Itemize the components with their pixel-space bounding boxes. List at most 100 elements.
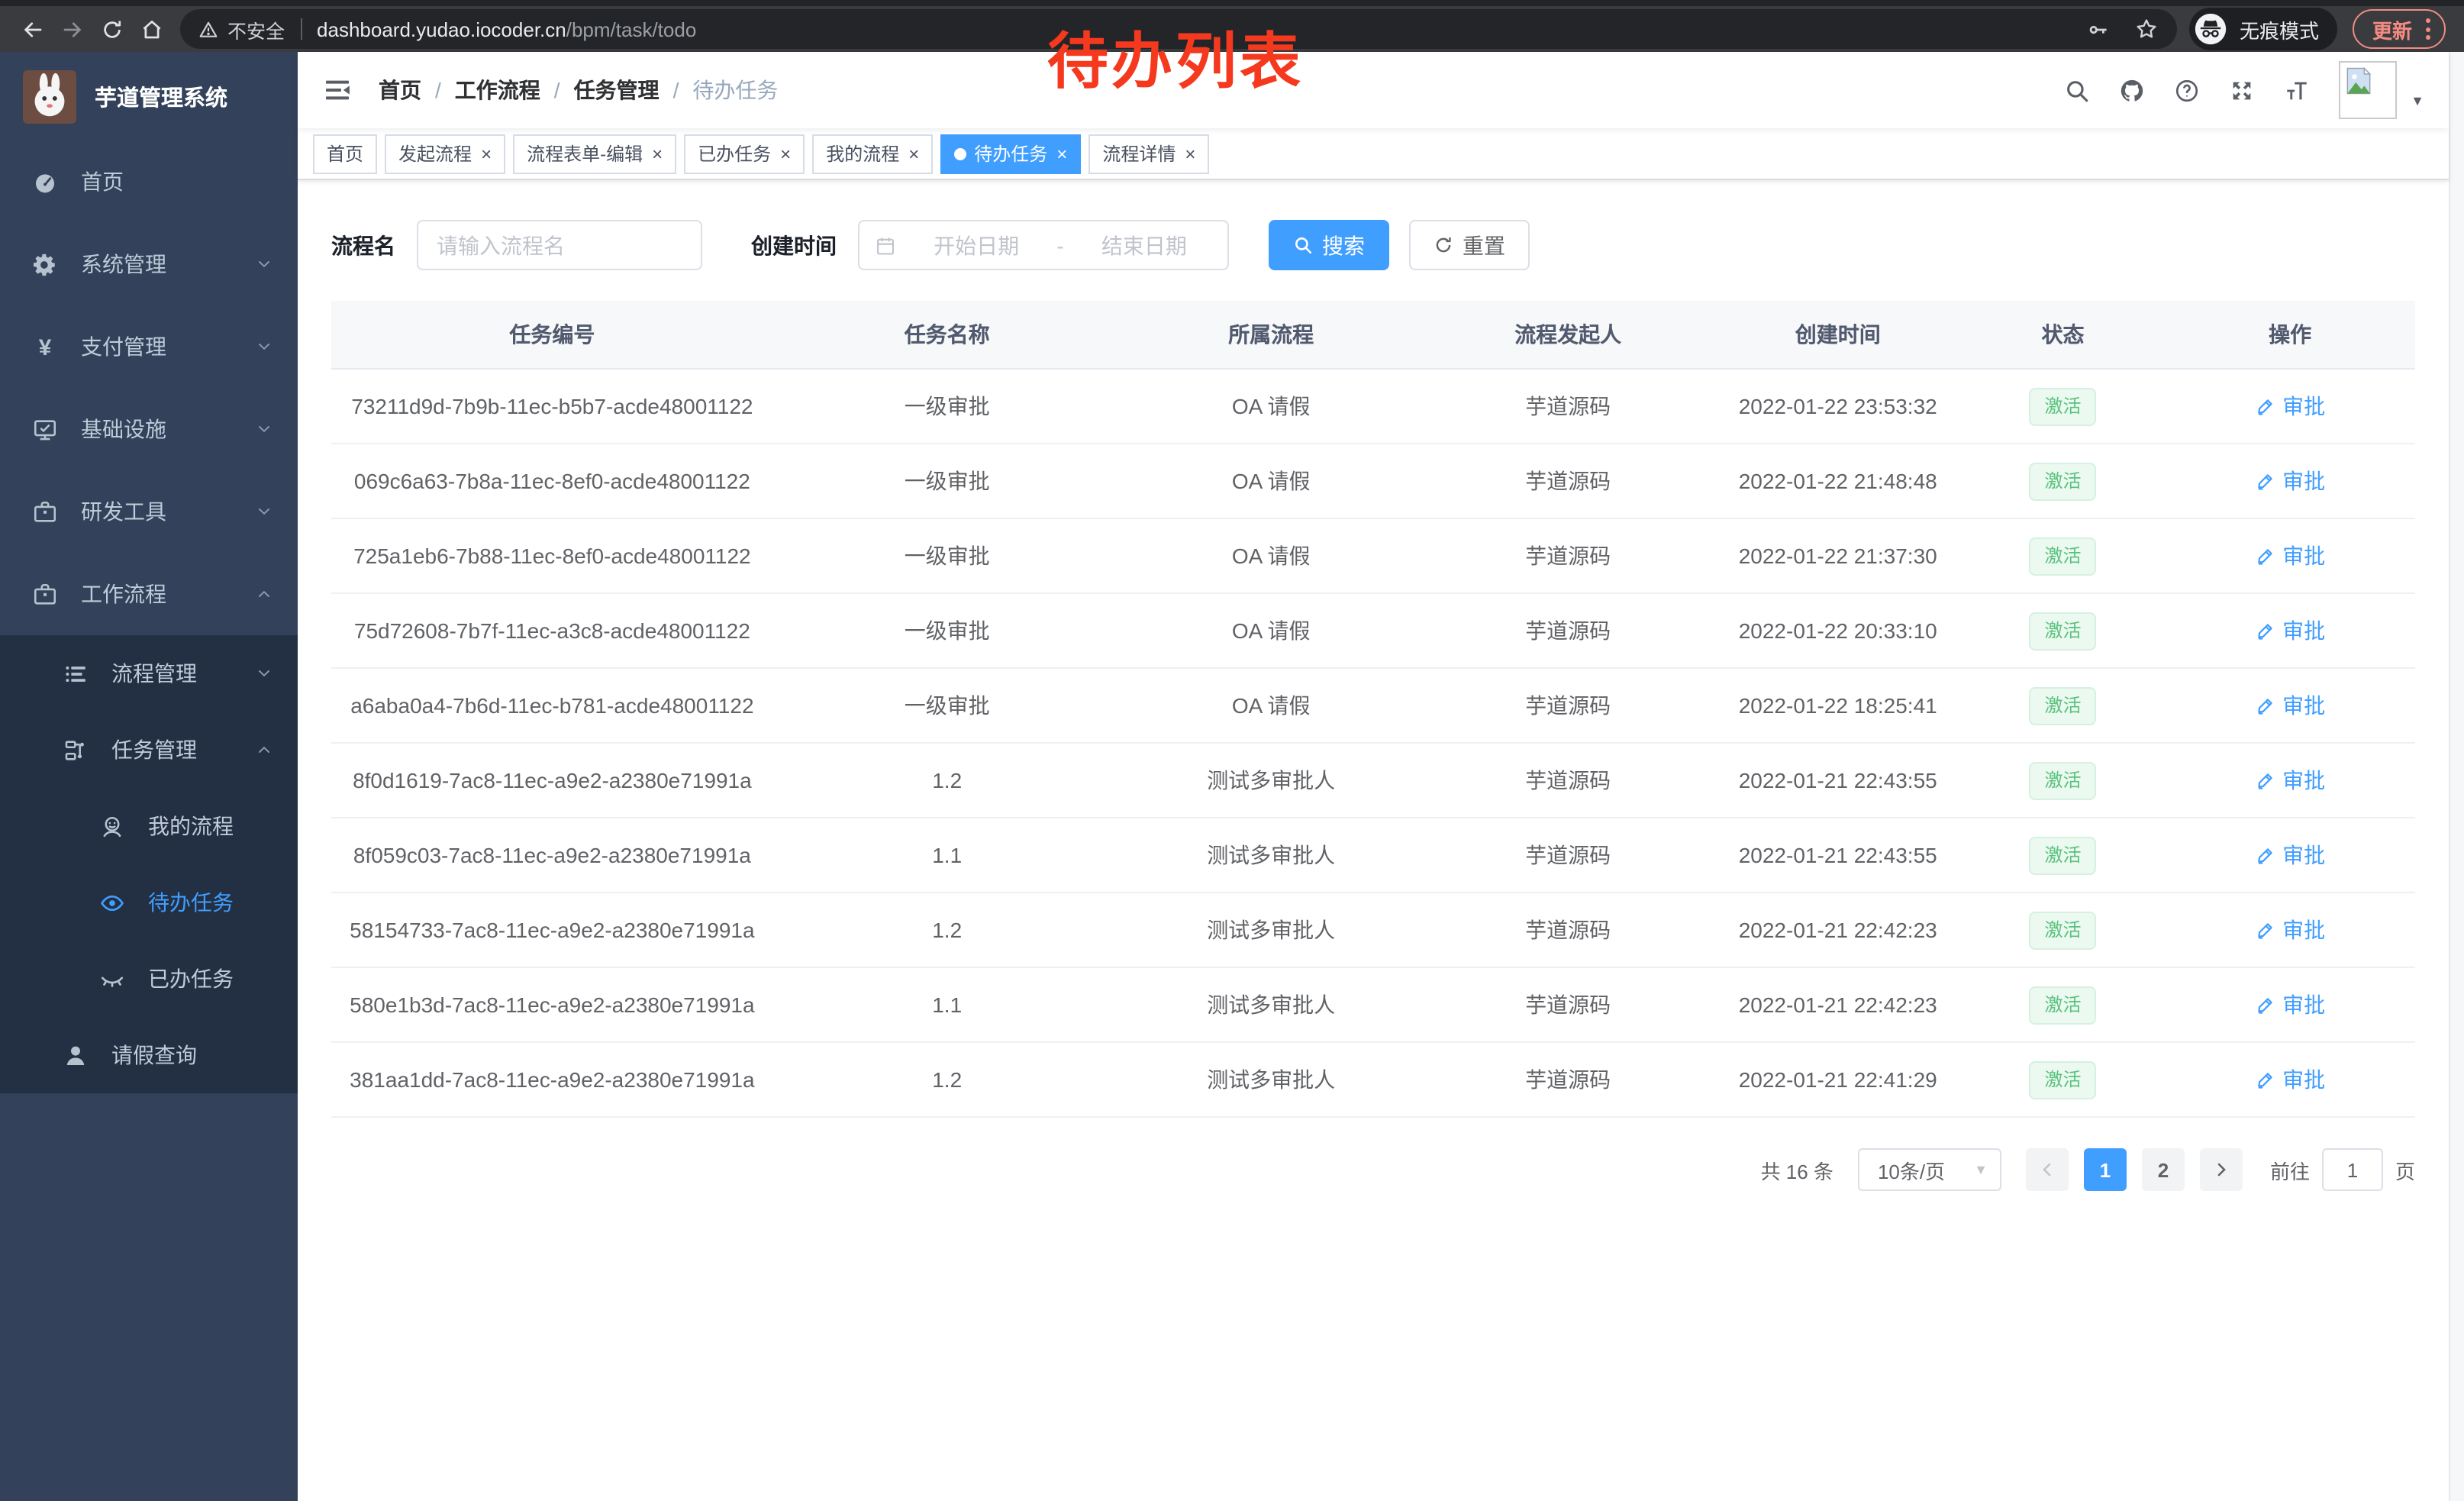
status-badge: 激活 [2030,911,2097,949]
reset-button[interactable]: 重置 [1409,220,1530,270]
chevron-down-icon [255,664,273,683]
close-icon[interactable]: × [1056,144,1067,163]
edit-pen-icon [2255,994,2276,1015]
breadcrumb-item-工作流程[interactable]: 工作流程 [455,75,540,105]
sidebar-item-待办任务[interactable]: 待办任务 [0,864,298,941]
status-badge: 激活 [2030,387,2097,425]
date-range-input[interactable]: 开始日期 - 结束日期 [858,220,1229,270]
sidebar-item-已办任务[interactable]: 已办任务 [0,941,298,1017]
app-title: 芋道管理系统 [95,80,227,112]
breadcrumb-item-首页[interactable]: 首页 [379,75,421,105]
close-icon[interactable]: × [481,144,492,163]
approve-button[interactable]: 审批 [2255,541,2325,571]
fullscreen-icon[interactable] [2229,77,2255,103]
sidebar-item-基础设施[interactable]: 基础设施 [0,388,298,470]
close-icon[interactable]: × [652,144,663,163]
sidebar-item-系统管理[interactable]: 系统管理 [0,223,298,305]
search-icon[interactable] [2064,77,2090,103]
approve-button[interactable]: 审批 [2255,915,2325,945]
table-row: 069c6a63-7b8a-11ec-8ef0-acde48001122一级审批… [331,444,2415,519]
url-bar[interactable]: 不安全 dashboard.yudao.iocoder.cn /bpm/task… [180,9,2177,49]
avatar-caret-icon[interactable]: ▼ [2411,93,2424,108]
home-icon[interactable] [131,9,171,49]
sidebar-item-任务管理[interactable]: 任务管理 [0,712,298,788]
task-id: 580e1b3d-7ac8-11ec-a9e2-a2380e71991a [331,993,773,1017]
url-host: dashboard.yudao.iocoder.cn [317,18,566,40]
tab-流程详情[interactable]: 流程详情× [1088,134,1209,173]
goto-page-input[interactable]: 1 [2322,1148,2383,1191]
chevron-down-icon [255,502,273,521]
column-header-状态: 状态 [1961,319,2166,350]
monitor-icon [32,416,58,442]
browser-chrome: 不安全 dashboard.yudao.iocoder.cn /bpm/task… [0,0,2464,52]
tab-待办任务[interactable]: 待办任务× [940,134,1081,173]
tabs-bar: 首页发起流程×流程表单-编辑×已办任务×我的流程×待办任务×流程详情× [298,128,2449,180]
eye-open-icon [99,889,125,915]
key-icon[interactable] [2087,18,2110,40]
prev-page-button[interactable] [2026,1148,2069,1191]
task-name: 1.2 [773,1067,1121,1092]
task-name: 一级审批 [773,466,1121,496]
update-button[interactable]: 更新 [2353,9,2446,49]
process-name-label: 流程名 [331,230,395,260]
tab-首页[interactable]: 首页 [313,134,377,173]
flow-tree-icon [63,737,89,763]
process-name-input[interactable]: 请输入流程名 [417,220,702,270]
search-button[interactable]: 搜索 [1269,220,1389,270]
create-time: 2022-01-21 22:41:29 [1715,1067,1961,1092]
breadcrumb-item-任务管理[interactable]: 任务管理 [574,75,660,105]
avatar[interactable] [2339,61,2397,119]
sidebar-item-研发工具[interactable]: 研发工具 [0,470,298,553]
table-row: 75d72608-7b7f-11ec-a3c8-acde48001122一级审批… [331,594,2415,669]
page-size-select[interactable]: 10条/页 ▼ [1858,1148,2001,1191]
approve-button[interactable]: 审批 [2255,690,2325,721]
bookmark-star-icon[interactable] [2134,17,2159,41]
task-id: 8f0d1619-7ac8-11ec-a9e2-a2380e71991a [331,768,773,792]
hamburger-icon[interactable] [322,75,353,105]
browser-menu-icon[interactable] [2426,18,2430,40]
initiator: 芋道源码 [1421,840,1715,870]
forward-icon[interactable] [52,9,92,49]
create-time: 2022-01-21 22:42:23 [1715,993,1961,1017]
tab-已办任务[interactable]: 已办任务× [684,134,805,173]
approve-button[interactable]: 审批 [2255,466,2325,496]
sidebar-item-支付管理[interactable]: ¥支付管理 [0,305,298,388]
task-name: 1.2 [773,768,1121,792]
approve-button[interactable]: 审批 [2255,765,2325,796]
approve-button[interactable]: 审批 [2255,1064,2325,1095]
approve-button[interactable]: 审批 [2255,615,2325,646]
table-row: 8f0d1619-7ac8-11ec-a9e2-a2380e71991a1.2测… [331,744,2415,818]
create-time: 2022-01-22 20:33:10 [1715,618,1961,643]
sidebar-item-首页[interactable]: 首页 [0,140,298,223]
back-icon[interactable] [12,9,52,49]
initiator: 芋道源码 [1421,541,1715,571]
window-scrollbar[interactable] [2449,52,2464,1501]
font-size-icon[interactable] [2284,77,2310,103]
page-button-2[interactable]: 2 [2142,1148,2185,1191]
tab-我的流程[interactable]: 我的流程× [812,134,933,173]
close-icon[interactable]: × [780,144,791,163]
task-id: 58154733-7ac8-11ec-a9e2-a2380e71991a [331,918,773,942]
tab-发起流程[interactable]: 发起流程× [385,134,505,173]
next-page-button[interactable] [2200,1148,2243,1191]
close-icon[interactable]: × [908,144,919,163]
sidebar-item-我的流程[interactable]: 我的流程 [0,788,298,864]
security-chip[interactable]: 不安全 [198,15,285,44]
close-icon[interactable]: × [1185,144,1195,163]
approve-button[interactable]: 审批 [2255,840,2325,870]
sidebar-item-流程管理[interactable]: 流程管理 [0,635,298,712]
reload-icon[interactable] [92,9,131,49]
sidebar-item-请假查询[interactable]: 请假查询 [0,1017,298,1093]
help-icon[interactable] [2174,77,2200,103]
page-button-1[interactable]: 1 [2084,1148,2127,1191]
task-name: 1.1 [773,993,1121,1017]
incognito-badge: 无痕模式 [2189,8,2337,50]
github-icon[interactable] [2119,77,2145,103]
page-buttons: 12 [2084,1148,2200,1191]
logo[interactable]: 芋道管理系统 [0,52,298,140]
tab-流程表单-编辑[interactable]: 流程表单-编辑× [513,134,676,173]
approve-button[interactable]: 审批 [2255,391,2325,421]
sidebar-item-工作流程[interactable]: 工作流程 [0,553,298,635]
warning-icon [198,19,218,39]
approve-button[interactable]: 审批 [2255,989,2325,1020]
